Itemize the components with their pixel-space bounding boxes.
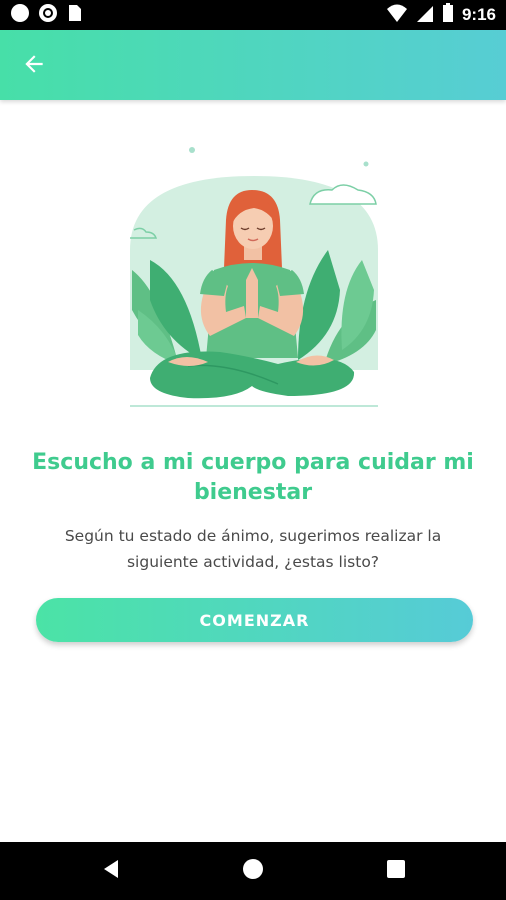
circle-icon xyxy=(10,3,30,28)
sim-card-icon xyxy=(66,3,82,28)
wifi-icon xyxy=(386,3,408,28)
signal-icon xyxy=(416,3,434,28)
home-circle-icon xyxy=(241,857,265,886)
meditation-illustration xyxy=(128,140,380,412)
nav-home-button[interactable] xyxy=(238,856,268,886)
start-button[interactable]: COMENZAR xyxy=(36,598,473,642)
system-nav-bar xyxy=(0,842,506,900)
page-title: Escucho a mi cuerpo para cuidar mi biene… xyxy=(32,450,474,505)
battery-icon xyxy=(442,2,454,28)
status-bar-right: 9:16 xyxy=(386,2,496,28)
activity-description: Según tu estado de ánimo, sugerimos real… xyxy=(64,527,442,571)
nav-back-button[interactable] xyxy=(96,856,126,886)
record-icon xyxy=(38,3,58,28)
start-button-label: COMENZAR xyxy=(199,610,310,630)
back-triangle-icon xyxy=(100,858,122,885)
status-bar: 9:16 xyxy=(0,0,506,30)
nav-recents-button[interactable] xyxy=(381,856,411,886)
app-bar xyxy=(0,30,506,100)
status-bar-left xyxy=(10,3,82,28)
recents-square-icon xyxy=(385,858,407,885)
back-button[interactable] xyxy=(18,50,50,82)
arrow-left-icon xyxy=(21,51,47,82)
status-time: 9:16 xyxy=(461,5,496,24)
